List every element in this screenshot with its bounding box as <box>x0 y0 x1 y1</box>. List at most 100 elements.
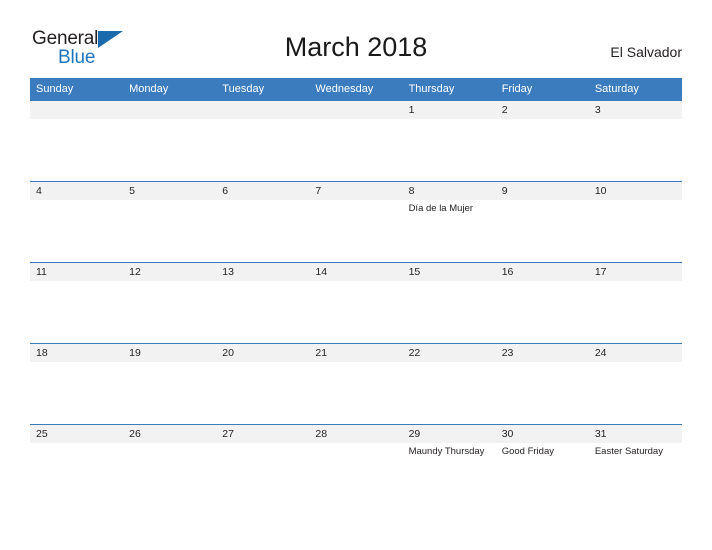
day-number: 29 <box>402 425 496 443</box>
day-number: 25 <box>30 425 124 443</box>
calendar-day-cell[interactable]: 13 <box>216 262 310 343</box>
day-number: 10 <box>588 182 682 200</box>
calendar-day-cell[interactable]: 4 <box>30 181 124 262</box>
calendar-day-cell[interactable]: 11 <box>30 262 124 343</box>
day-number: 19 <box>123 344 217 362</box>
day-number <box>216 101 310 119</box>
weekday-header-wednesday: Wednesday <box>309 78 403 100</box>
day-cell-inner: 22 <box>402 343 496 424</box>
day-number: 13 <box>216 263 310 281</box>
calendar-day-cell[interactable]: 7 <box>309 181 403 262</box>
calendar-day-cell[interactable]: 24 <box>588 343 682 424</box>
calendar-day-cell[interactable]: 21 <box>309 343 403 424</box>
day-number: 8 <box>402 182 496 200</box>
day-number: 30 <box>495 425 589 443</box>
calendar-day-cell[interactable]: 17 <box>588 262 682 343</box>
day-cell-inner: 29 Maundy Thursday <box>402 424 496 505</box>
day-cell-inner: 26 <box>123 424 217 505</box>
calendar-day-cell[interactable]: 15 <box>402 262 496 343</box>
day-number: 2 <box>495 101 589 119</box>
day-number: 27 <box>216 425 310 443</box>
day-number: 26 <box>123 425 217 443</box>
day-cell-inner: 19 <box>123 343 217 424</box>
calendar-day-cell[interactable]: 2 <box>495 100 589 181</box>
day-cell-inner: 27 <box>216 424 310 505</box>
day-number: 17 <box>588 263 682 281</box>
day-event-label: Maundy Thursday <box>408 446 485 457</box>
calendar-week-row: 123 <box>30 100 682 181</box>
weekday-header-saturday: Saturday <box>588 78 682 100</box>
day-number: 18 <box>30 344 124 362</box>
day-cell-inner: 18 <box>30 343 124 424</box>
calendar-day-cell[interactable]: 6 <box>216 181 310 262</box>
calendar-day-cell[interactable]: 22 <box>402 343 496 424</box>
day-number: 6 <box>216 182 310 200</box>
calendar-day-cell[interactable] <box>216 100 310 181</box>
calendar-day-cell[interactable]: 1 <box>402 100 496 181</box>
calendar-week-row: 4 5 6 7 8 Día de la Mujer 9 10 <box>30 181 682 262</box>
day-cell-inner: 15 <box>402 262 496 343</box>
day-cell-inner: 10 <box>588 181 682 262</box>
calendar-week-row: 11 12 13 14 15 16 17 <box>30 262 682 343</box>
day-number: 9 <box>495 182 589 200</box>
calendar-grid: Sunday Monday Tuesday Wednesday Thursday… <box>30 78 682 505</box>
day-number: 24 <box>588 344 682 362</box>
calendar-day-cell[interactable] <box>123 100 217 181</box>
calendar-day-cell[interactable]: 9 <box>495 181 589 262</box>
day-cell-inner <box>216 100 310 181</box>
calendar-day-cell[interactable]: 25 <box>30 424 124 505</box>
calendar-day-cell[interactable]: 3 <box>588 100 682 181</box>
calendar-day-cell[interactable]: 10 <box>588 181 682 262</box>
calendar-day-cell[interactable]: 18 <box>30 343 124 424</box>
calendar-day-cell[interactable]: 30 Good Friday <box>495 424 589 505</box>
day-cell-inner: 24 <box>588 343 682 424</box>
calendar-week-row: 25 26 27 28 29 Maundy Thursday 30 Good Friday 31… <box>30 424 682 505</box>
calendar-day-cell[interactable]: 14 <box>309 262 403 343</box>
calendar-day-cell[interactable] <box>309 100 403 181</box>
day-number: 28 <box>309 425 403 443</box>
weekday-header-thursday: Thursday <box>402 78 496 100</box>
calendar-day-cell[interactable]: 31 Easter Saturday <box>588 424 682 505</box>
weekday-header-monday: Monday <box>123 78 217 100</box>
day-cell-inner: 7 <box>309 181 403 262</box>
day-cell-inner: 11 <box>30 262 124 343</box>
calendar-day-cell[interactable]: 16 <box>495 262 589 343</box>
day-number: 12 <box>123 263 217 281</box>
day-cell-inner: 13 <box>216 262 310 343</box>
calendar-day-cell[interactable]: 5 <box>123 181 217 262</box>
day-number: 4 <box>30 182 124 200</box>
page-header: General Blue March 2018 El Salvador <box>0 0 712 78</box>
calendar-day-cell[interactable]: 28 <box>309 424 403 505</box>
calendar-day-cell[interactable]: 27 <box>216 424 310 505</box>
day-event-label: Good Friday <box>501 446 554 457</box>
weekday-header-row: Sunday Monday Tuesday Wednesday Thursday… <box>30 78 682 100</box>
calendar-day-cell[interactable]: 19 <box>123 343 217 424</box>
day-number: 14 <box>309 263 403 281</box>
calendar-day-cell[interactable]: 20 <box>216 343 310 424</box>
calendar-page: General Blue March 2018 El Salvador Sund… <box>0 0 712 550</box>
day-cell-inner: 14 <box>309 262 403 343</box>
location-label: El Salvador <box>610 44 682 60</box>
calendar-day-cell[interactable]: 12 <box>123 262 217 343</box>
calendar-day-cell[interactable]: 23 <box>495 343 589 424</box>
day-cell-inner: 5 <box>123 181 217 262</box>
day-number: 20 <box>216 344 310 362</box>
day-cell-inner: 12 <box>123 262 217 343</box>
calendar-day-cell[interactable]: 29 Maundy Thursday <box>402 424 496 505</box>
day-number: 1 <box>402 101 496 119</box>
day-event-label: Día de la Mujer <box>408 203 473 214</box>
day-cell-inner: 8 Día de la Mujer <box>402 181 496 262</box>
day-number: 11 <box>30 263 124 281</box>
calendar-day-cell[interactable]: 26 <box>123 424 217 505</box>
day-number <box>309 101 403 119</box>
day-number <box>123 101 217 119</box>
day-cell-inner: 6 <box>216 181 310 262</box>
calendar-day-cell[interactable]: 8 Día de la Mujer <box>402 181 496 262</box>
day-number: 7 <box>309 182 403 200</box>
day-number: 23 <box>495 344 589 362</box>
day-cell-inner: 17 <box>588 262 682 343</box>
day-cell-inner: 31 Easter Saturday <box>588 424 682 505</box>
calendar-day-cell[interactable] <box>30 100 124 181</box>
day-cell-inner: 2 <box>495 100 589 181</box>
day-cell-inner: 23 <box>495 343 589 424</box>
